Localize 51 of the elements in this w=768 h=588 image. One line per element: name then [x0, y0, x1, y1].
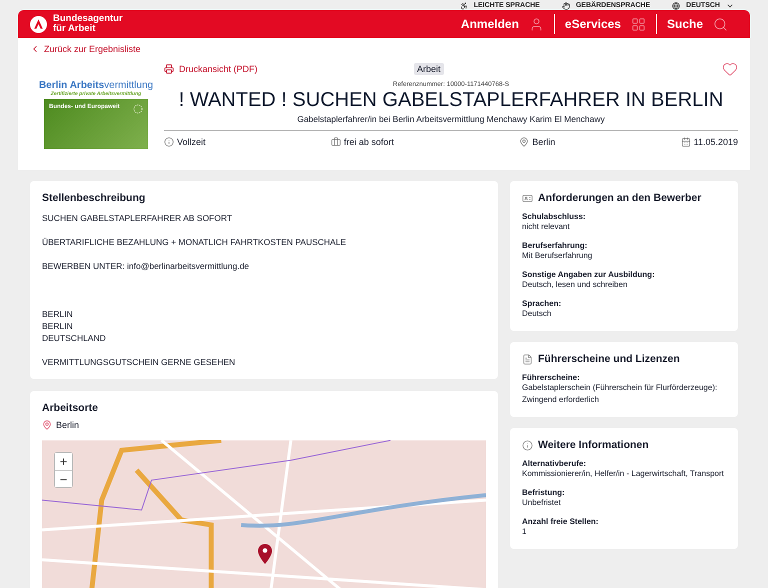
- favorite-button[interactable]: [722, 61, 738, 77]
- description-line: BERLIN: [42, 320, 74, 332]
- field-value: Kommissionierer/in, Helfer/in - Lagerwirtschaft, Transport: [522, 468, 725, 480]
- job-fact: frei ab sofort: [344, 137, 394, 147]
- card-heading: Arbeitsorte: [42, 402, 98, 414]
- agency-logo-icon: [30, 16, 47, 32]
- field-value: 1: [522, 526, 528, 538]
- star-ring-icon: [133, 104, 143, 114]
- card-heading: Führerscheine und Lizenzen: [538, 353, 680, 365]
- printer-icon: [164, 64, 174, 74]
- job-fact: 11.05.2019: [694, 137, 738, 147]
- field-label: Alternativberufe:: [522, 459, 588, 468]
- field-value: Gabelstaplerschein (Führerschein für Flurförderzeuge): Zwingend erforderlich: [522, 382, 718, 406]
- card-heading: Weitere Informationen: [538, 439, 649, 451]
- description-line: BEWERBEN UNTER: info@berlinarbeitsvermittlung.de: [42, 260, 250, 272]
- description-line: ÜBERTARIFLICHE BEZAHLUNG + MONATLICH FAHRTKOSTEN PAUSCHALE: [42, 236, 348, 248]
- nav-link[interactable]: Suche: [656, 14, 738, 34]
- chevron-down-icon: [726, 2, 734, 10]
- description-line: SUCHEN GABELSTAPLERFAHRER AB SOFORT: [42, 212, 234, 224]
- agency-name: Bundesagentur für Arbeit: [53, 14, 123, 34]
- nav-link[interactable]: Anmelden: [450, 14, 554, 34]
- field-value: Deutsch: [522, 308, 552, 320]
- print-link[interactable]: Druckansicht (PDF): [164, 64, 414, 74]
- field-label: Sprachen:: [522, 299, 562, 308]
- field-label: Führerscheine:: [522, 373, 581, 382]
- location-name: Berlin: [56, 420, 80, 430]
- card-heading: Anforderungen an den Bewerber: [538, 192, 702, 204]
- field-label: Berufserfahrung:: [522, 241, 588, 250]
- field-label: Anzahl freie Stellen:: [522, 517, 600, 526]
- job-fact: Berlin: [532, 137, 556, 147]
- nav-link[interactable]: eServices: [554, 14, 656, 34]
- back-link[interactable]: Zurück zur Ergebnisliste: [30, 42, 738, 56]
- job-title: ! WANTED ! SUCHEN GABELSTAPLERFAHRER IN BERLIN: [178, 89, 724, 112]
- zoom-out-button[interactable]: −: [55, 470, 72, 487]
- field-value: Mit Berufserfahrung: [522, 250, 594, 262]
- description-line: VERMITTLUNGSGUTSCHEIN GERNE GESEHEN: [42, 356, 236, 368]
- job-fact: Vollzeit: [177, 137, 206, 147]
- pin-icon: [42, 420, 52, 430]
- description-line: DEUTSCHLAND: [42, 332, 107, 344]
- field-value: nicht relevant: [522, 221, 571, 233]
- field-label: Schulabschluss:: [522, 212, 587, 221]
- map-marker-icon: [258, 544, 272, 564]
- card-heading: Stellenbeschreibung: [42, 192, 146, 204]
- category-tag: Arbeit: [414, 63, 444, 75]
- description-line: BERLIN: [42, 308, 74, 320]
- field-value: Unbefristet: [522, 497, 562, 509]
- company-logo-name: Berlin Arbeitsvermittlung: [38, 80, 154, 91]
- job-subtitle: Gabelstaplerfahrer/in bei Berlin Arbeitsvermittlung Menchawy Karim El Menchawy: [164, 114, 738, 131]
- field-label: Sonstige Angaben zur Ausbildung:: [522, 270, 656, 279]
- field-value: Deutsch, lesen und schreiben: [522, 279, 628, 291]
- field-label: Befristung:: [522, 488, 566, 497]
